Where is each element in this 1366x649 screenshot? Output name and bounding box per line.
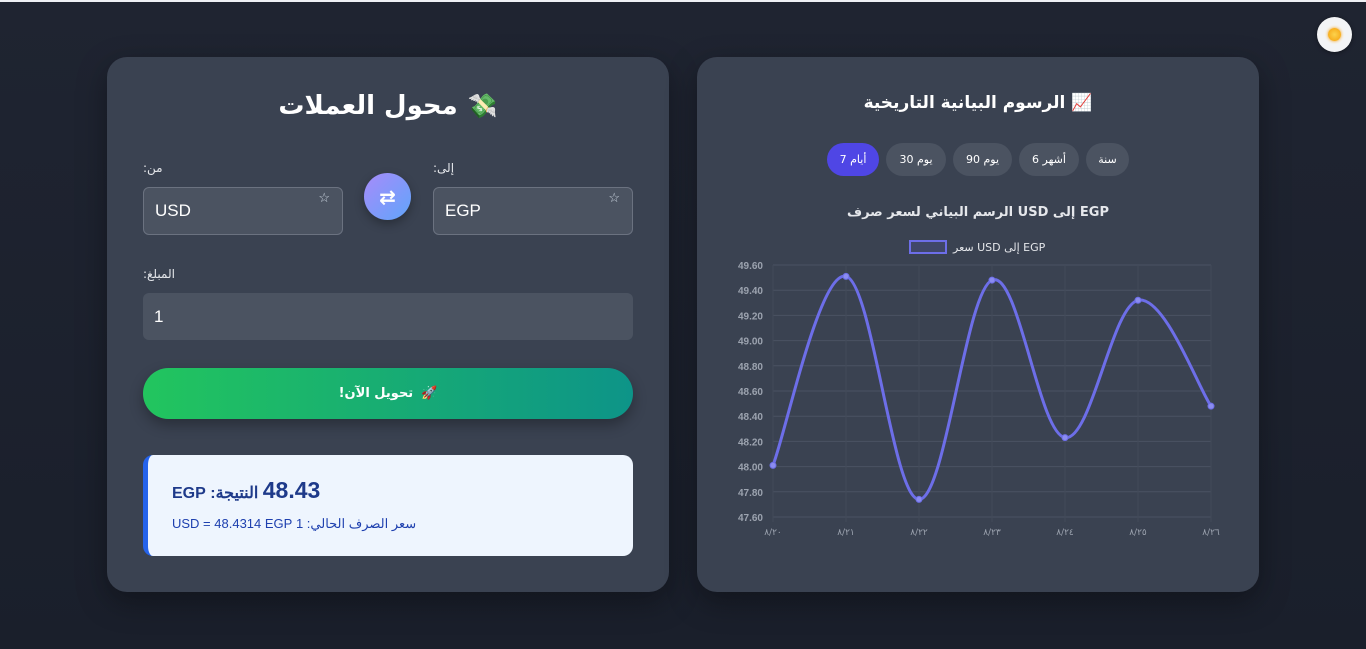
converter-title-text: محول العملات	[278, 91, 458, 121]
sun-icon	[1328, 28, 1341, 41]
from-currency-select[interactable]: USD ☆	[143, 187, 343, 235]
to-favorite-star-icon[interactable]: ☆	[608, 190, 620, 206]
data-point	[988, 276, 996, 284]
convert-button[interactable]: !تحويل الآن 🚀	[143, 368, 633, 419]
data-point	[842, 272, 850, 280]
converter-title: محول العملات 💸	[107, 91, 669, 121]
from-label: :من	[143, 161, 163, 175]
historical-charts-card: الرسوم البيانية التاريخية 📈 7 أيام 30 يو…	[697, 57, 1259, 592]
x-tick-label: ٨/٢٦	[1202, 528, 1220, 538]
theme-toggle-button[interactable]	[1317, 17, 1352, 52]
y-tick-label: 49.20	[738, 311, 763, 322]
rocket-icon: 🚀	[421, 386, 438, 401]
data-point	[1134, 296, 1142, 304]
x-tick-label: ٨/٢٤	[1056, 528, 1074, 538]
to-currency-select[interactable]: EGP ☆	[433, 187, 633, 235]
y-tick-label: 47.60	[738, 513, 763, 524]
swap-currencies-button[interactable]: ⇄	[364, 173, 411, 220]
amount-label: :المبلغ	[143, 267, 175, 281]
y-tick-label: 47.80	[738, 488, 763, 499]
y-tick-label: 49.60	[738, 261, 763, 272]
to-label: :إلى	[433, 161, 455, 175]
result-currency: EGP	[172, 485, 206, 502]
exchange-rate-chart[interactable]: 49.60 49.40 49.20 49.00 48.80 48.60 48.40 48.20…	[697, 57, 1259, 592]
exchange-rate-text: سعر الصرف الحالي: 1 USD = 48.4314 EGP	[172, 516, 417, 531]
from-currency-value: USD	[155, 201, 191, 220]
x-tick-label: ٨/٢٠	[764, 528, 782, 538]
y-tick-label: 48.60	[738, 387, 763, 398]
x-tick-label: ٨/٢٢	[910, 528, 928, 538]
to-currency-value: EGP	[445, 201, 481, 220]
y-tick-label: 49.00	[738, 337, 763, 348]
y-tick-label: 48.80	[738, 362, 763, 373]
swap-icon: ⇄	[379, 184, 396, 209]
convert-button-label: !تحويل الآن	[338, 386, 414, 401]
x-tick-label: ٨/٢٣	[983, 528, 1001, 538]
amount-input[interactable]: 1	[143, 293, 633, 340]
y-tick-label: 48.40	[738, 412, 763, 423]
data-point	[915, 495, 923, 503]
result-panel: 48.43 النتيجة: EGP سعر الصرف الحالي: 1 U…	[143, 455, 633, 556]
y-tick-label: 48.00	[738, 463, 763, 474]
x-tick-label: ٨/٢٥	[1129, 528, 1147, 538]
money-icon: 💸	[467, 92, 498, 120]
amount-value: 1	[154, 306, 164, 326]
result-line: 48.43 النتيجة: EGP	[172, 477, 324, 504]
y-tick-label: 49.40	[738, 286, 763, 297]
x-tick-label: ٨/٢١	[837, 528, 855, 538]
y-tick-label: 48.20	[738, 437, 763, 448]
result-label: النتيجة:	[210, 485, 259, 502]
data-point	[769, 461, 777, 469]
converter-card: محول العملات 💸 :من USD ☆ ⇄ :إلى EGP ☆ :ال…	[107, 57, 669, 592]
from-favorite-star-icon[interactable]: ☆	[318, 190, 330, 206]
data-point	[1207, 402, 1215, 410]
data-point	[1061, 434, 1069, 442]
top-border	[0, 0, 1366, 2]
result-value: 48.43	[262, 477, 321, 503]
